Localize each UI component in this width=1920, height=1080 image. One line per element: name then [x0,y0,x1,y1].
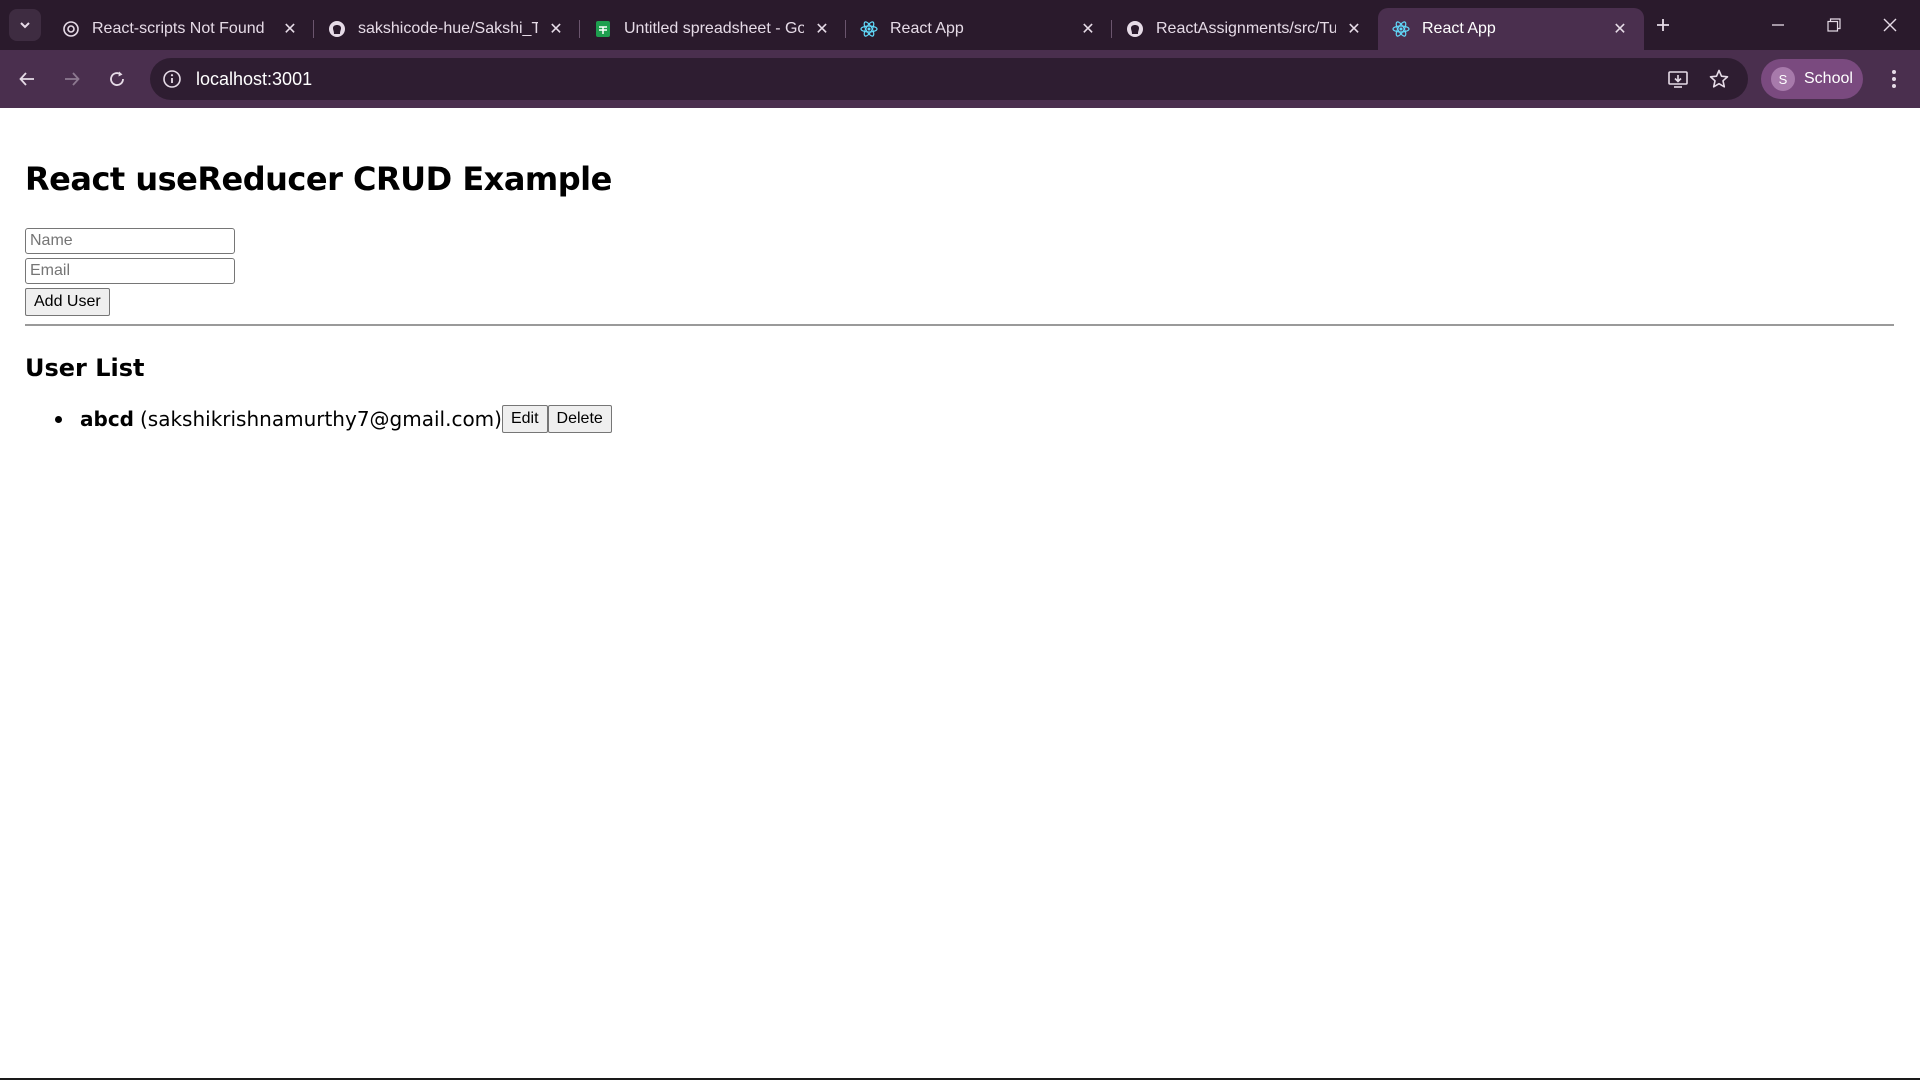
user-email: (sakshikrishnamurthy7@gmail.com) [139,407,502,431]
sheets-icon [594,20,612,38]
name-input[interactable] [25,228,235,254]
reload-icon [110,71,124,86]
tab-title: React App [890,20,964,37]
back-button[interactable] [10,62,44,96]
arrow-left-icon [19,72,34,86]
minimize-button[interactable] [1750,0,1806,50]
react-icon [1392,20,1410,38]
close-icon[interactable]: ✕ [546,19,566,39]
tab-title: Untitled spreadsheet - Goo [624,20,804,37]
list-item: abcd (sakshikrishnamurthy7@gmail.com) Ed… [50,404,612,434]
tab-title: React App [1422,20,1496,37]
install-app-icon[interactable] [1666,67,1690,91]
plus-icon [1657,19,1669,31]
bookmark-star-icon[interactable] [1707,67,1731,91]
tab-strip: React-scripts Not Found ✕ sakshicode-hue… [0,0,1920,50]
forward-button[interactable] [55,62,89,96]
user-list-heading: User List [25,354,145,382]
close-icon[interactable]: ✕ [1610,19,1630,39]
tab-react-app-1[interactable]: React App ✕ [846,8,1112,50]
minimize-icon [1772,24,1784,26]
close-icon [1883,18,1897,32]
tab-spreadsheet[interactable]: Untitled spreadsheet - Goo ✕ [580,8,846,50]
tab-title: ReactAssignments/src/Tuto [1156,20,1336,37]
info-icon[interactable] [160,67,184,91]
window-close-button[interactable] [1862,0,1918,50]
new-tab-button[interactable] [1648,10,1678,40]
tab-github-sakshi[interactable]: sakshicode-hue/Sakshi_Tea ✕ [314,8,580,50]
url-text: localhost:3001 [196,69,313,89]
profile-button[interactable]: S School [1761,59,1863,99]
edit-button[interactable]: Edit [501,405,548,433]
reload-button[interactable] [100,62,134,96]
close-icon[interactable]: ✕ [280,19,300,39]
more-vertical-icon [1892,70,1896,88]
react-icon [860,20,878,38]
tab-list: React-scripts Not Found ✕ sakshicode-hue… [48,8,1644,50]
tab-react-app-active[interactable]: React App ✕ [1378,8,1644,50]
page-content: React useReducer CRUD Example Add User U… [0,108,1920,1078]
user-list: abcd (sakshikrishnamurthy7@gmail.com) Ed… [50,404,612,434]
close-icon[interactable]: ✕ [1344,19,1364,39]
github-icon [1126,20,1144,38]
avatar: S [1771,67,1795,91]
delete-button[interactable]: Delete [547,405,612,433]
tab-title: sakshicode-hue/Sakshi_Tea [358,20,538,37]
tab-search-button[interactable] [9,9,41,41]
tab-github-react-assignments[interactable]: ReactAssignments/src/Tuto ✕ [1112,8,1378,50]
tab-react-scripts[interactable]: React-scripts Not Found ✕ [48,8,314,50]
chatgpt-icon [62,20,80,38]
profile-label: School [1804,70,1853,87]
restore-icon [1827,18,1841,32]
browser-toolbar: localhost:3001 S School [0,50,1920,108]
user-name: abcd [80,407,134,431]
tab-title: React-scripts Not Found [92,20,265,37]
browser-menu-button[interactable] [1880,64,1908,94]
close-icon[interactable]: ✕ [1078,19,1098,39]
add-user-button[interactable]: Add User [25,288,110,316]
address-bar[interactable]: localhost:3001 [150,58,1748,100]
close-icon[interactable]: ✕ [812,19,832,39]
divider [25,324,1894,326]
restore-button[interactable] [1806,0,1862,50]
chevron-down-icon [20,22,30,29]
github-icon [328,20,346,38]
email-input[interactable] [25,258,235,284]
bullet [55,415,62,423]
arrow-right-icon [65,72,80,86]
page-title: React useReducer CRUD Example [25,160,612,198]
